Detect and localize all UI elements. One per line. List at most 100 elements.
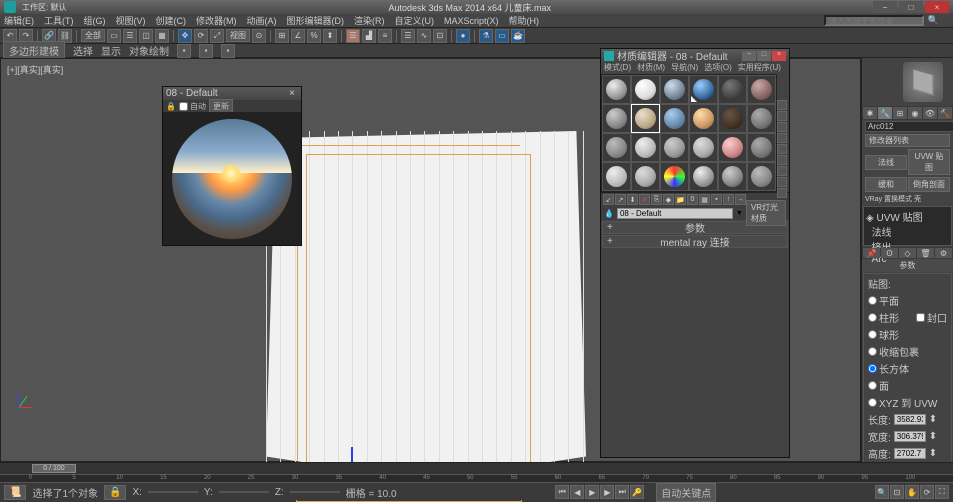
time-ruler[interactable]: 0510152025303540455055606570758085909510… (0, 475, 953, 483)
mat-menu-options[interactable]: 选项(O) (704, 62, 732, 74)
cyl-radio[interactable]: 柱形 (868, 310, 899, 325)
material-editor-window[interactable]: 材质编辑器 - 08 - Default − □ × 模式(D) 材质(M) 导… (600, 48, 790, 458)
preview-close-icon[interactable]: × (286, 88, 298, 99)
menu-animation[interactable]: 动画(A) (247, 14, 277, 27)
schematic-button[interactable]: ⊡ (433, 29, 447, 43)
x-coord-input[interactable] (148, 491, 198, 493)
pin-stack-icon[interactable]: 📌 (863, 248, 880, 258)
ribbon-tool-2[interactable]: ▪ (199, 44, 213, 58)
help-search[interactable] (824, 15, 924, 26)
shrink-radio[interactable]: 收缩包裹 (868, 344, 919, 359)
selection-filter[interactable]: 全部 (81, 29, 105, 42)
menu-tools[interactable]: 工具(T) (44, 14, 74, 27)
cap-checkbox[interactable]: 封口 (916, 310, 947, 325)
options-icon[interactable] (777, 166, 787, 176)
curve-editor-button[interactable]: ∿ (417, 29, 431, 43)
material-slot-16[interactable] (718, 133, 747, 162)
make-copy-icon[interactable]: ⎘ (651, 194, 662, 205)
zoom-all-icon[interactable]: ⊡ (890, 485, 904, 499)
zoom-icon[interactable]: 🔍 (875, 485, 889, 499)
width-spinner[interactable] (894, 431, 926, 442)
viewport-label[interactable]: [+][真实][真实] (7, 63, 63, 76)
modifier-list-dropdown[interactable]: 修改器列表 (865, 134, 950, 147)
material-slot-23[interactable] (747, 162, 776, 191)
mat-menu-mode[interactable]: 模式(D) (604, 62, 631, 74)
menu-help[interactable]: 帮助(H) (509, 14, 540, 27)
sample-type-icon[interactable] (777, 100, 787, 110)
modifier-stack[interactable]: ◈ UVW 贴图 法线 挤出 Arc (863, 206, 952, 246)
menu-customize[interactable]: 自定义(U) (395, 14, 435, 27)
material-slot-17[interactable] (747, 133, 776, 162)
time-slider-thumb[interactable]: 0 / 100 (32, 464, 76, 473)
material-name-input[interactable] (617, 208, 733, 219)
preview-icon[interactable] (777, 155, 787, 165)
remove-mod-icon[interactable]: 🗑 (917, 248, 934, 258)
auto-key-button[interactable]: 自动关键点 (656, 483, 716, 502)
material-slot-0[interactable] (602, 75, 631, 104)
plane-radio[interactable]: 平面 (868, 293, 899, 308)
material-slot-12[interactable] (602, 133, 631, 162)
put-mat-icon[interactable]: ↗ (615, 194, 626, 205)
material-slot-4[interactable] (718, 75, 747, 104)
length-spinner[interactable] (894, 414, 926, 425)
show-result-icon[interactable]: ʘ (881, 248, 898, 258)
minimize-button[interactable]: − (873, 1, 897, 13)
material-slot-5[interactable] (747, 75, 776, 104)
time-slider[interactable]: 0 / 100 (0, 463, 953, 475)
utilities-tab-icon[interactable]: 🔨 (938, 107, 952, 119)
lock-icon[interactable]: 🔒 (166, 102, 176, 111)
material-slot-22[interactable] (718, 162, 747, 191)
material-slot-2[interactable] (660, 75, 689, 104)
y-coord-input[interactable] (219, 491, 269, 493)
ribbon-select[interactable]: 选择 (73, 43, 93, 58)
menu-render[interactable]: 渲染(R) (354, 14, 385, 27)
hierarchy-tab-icon[interactable]: ⊞ (893, 107, 907, 119)
assign-mat-icon[interactable]: ⬇ (627, 194, 638, 205)
get-mat-icon[interactable]: ↙ (603, 194, 614, 205)
maximize-button[interactable]: □ (899, 1, 923, 13)
pan-icon[interactable]: ✋ (905, 485, 919, 499)
material-editor-button[interactable]: ● (456, 29, 470, 43)
material-slot-1[interactable] (631, 75, 660, 104)
play-icon[interactable]: ▶ (585, 485, 599, 499)
search-icon[interactable]: 🔍 (928, 15, 939, 26)
material-slot-9[interactable] (689, 104, 718, 133)
mat-title-bar[interactable]: 材质编辑器 - 08 - Default − □ × (601, 49, 789, 62)
put-library-icon[interactable]: 📁 (675, 194, 686, 205)
mat-count-icon[interactable] (777, 188, 787, 198)
layer-button[interactable]: ☰ (401, 29, 415, 43)
material-slot-6[interactable] (602, 104, 631, 133)
mat-menu-material[interactable]: 材质(M) (637, 62, 665, 74)
lock-selection-icon[interactable]: 🔒 (104, 485, 126, 500)
mod-uvw-btn[interactable]: UVW 贴图 (908, 149, 950, 175)
background-icon[interactable] (777, 122, 787, 132)
viewcube[interactable] (903, 62, 943, 102)
box-radio[interactable]: 长方体 (868, 361, 909, 376)
orbit-icon[interactable]: ⟳ (920, 485, 934, 499)
auto-checkbox[interactable]: 自动 (179, 101, 206, 112)
material-slot-21[interactable] (689, 162, 718, 191)
configure-icon[interactable]: ⚙ (935, 248, 952, 258)
mat-id-icon[interactable]: 0 (687, 194, 698, 205)
spinner-icon[interactable]: ⬍ (929, 448, 937, 459)
show-map-icon[interactable]: ▦ (699, 194, 710, 205)
mod-normals-btn[interactable]: 法线 (865, 155, 907, 170)
dropper-icon[interactable]: 💧 (604, 209, 614, 218)
object-name-input[interactable] (865, 121, 953, 132)
named-selection[interactable]: ☰ (346, 29, 360, 43)
material-slot-11[interactable] (747, 104, 776, 133)
next-frame-icon[interactable]: ▶ (600, 485, 614, 499)
z-coord-input[interactable] (290, 491, 340, 493)
material-slot-19[interactable] (631, 162, 660, 191)
mat-max-button[interactable]: □ (757, 51, 771, 61)
mat-menu-util[interactable]: 实用程序(U) (738, 62, 781, 74)
pivot-button[interactable]: ⊙ (252, 29, 266, 43)
material-slot-18[interactable] (602, 162, 631, 191)
render-frame-button[interactable]: ▭ (495, 29, 509, 43)
reset-mat-icon[interactable]: ✕ (639, 194, 650, 205)
make-unique-icon[interactable]: ◆ (663, 194, 674, 205)
select-object-button[interactable]: ▭ (107, 29, 121, 43)
material-slot-14[interactable] (660, 133, 689, 162)
mod-relax-btn[interactable]: 缓和 (865, 177, 907, 192)
xyz-radio[interactable]: XYZ 到 UVW (868, 395, 937, 410)
